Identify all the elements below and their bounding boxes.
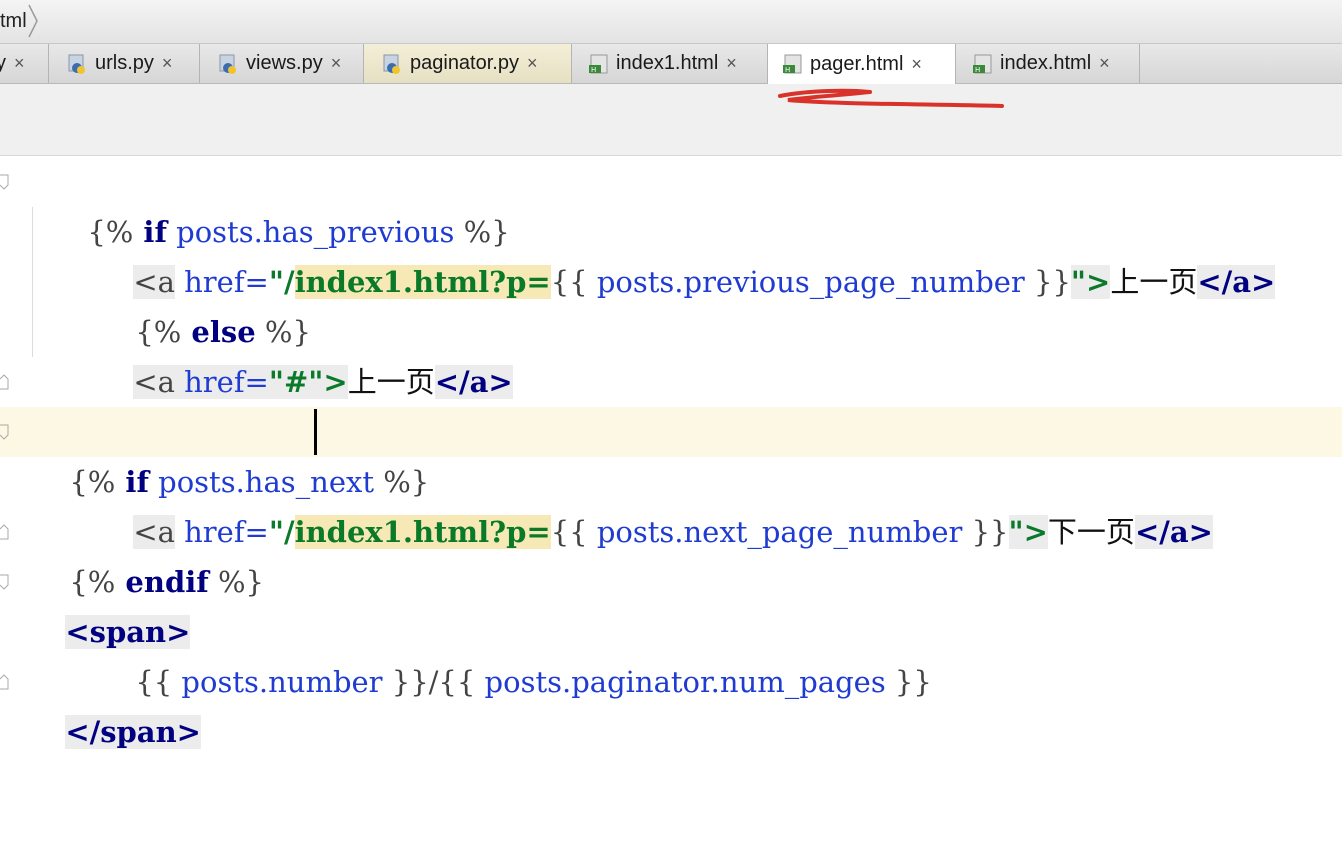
breadcrumb-bar: tml xyxy=(0,0,1342,44)
svg-text:H: H xyxy=(785,66,790,74)
tab-label: index1.html xyxy=(616,52,719,74)
code-line[interactable]: {{ posts.number }}/{{ posts.paginator.nu… xyxy=(0,607,1342,699)
code-line[interactable]: <a href="/index1.html?p={{ posts.previou… xyxy=(0,207,1342,299)
fold-icon[interactable] xyxy=(0,424,12,440)
editor-tab-bar: y × urls.py × views.py × paginator.py × … xyxy=(0,44,1342,84)
code-line[interactable]: {% endif %} xyxy=(0,507,1342,599)
tab-label: index.html xyxy=(1000,52,1092,74)
close-icon[interactable]: × xyxy=(1099,53,1110,74)
html-file-icon: H xyxy=(973,54,992,74)
tab-label: y xyxy=(0,52,6,74)
code-line[interactable]: <a href="/index1.html?p={{ posts.next_pa… xyxy=(0,457,1342,549)
close-icon[interactable]: × xyxy=(14,53,25,74)
fold-icon[interactable] xyxy=(0,524,12,540)
text-cursor xyxy=(314,409,317,455)
tab-label: urls.py xyxy=(95,52,154,74)
html-file-icon: H xyxy=(589,54,608,74)
code-line[interactable]: </span> xyxy=(0,657,1342,749)
breadcrumb-separator-icon xyxy=(28,4,38,38)
editor-toolbar-strip xyxy=(0,84,1342,156)
svg-text:H: H xyxy=(975,66,980,74)
code-line[interactable]: <a href="#">上一页</a> xyxy=(0,307,1342,399)
fold-icon[interactable] xyxy=(0,374,12,390)
red-underline-annotation xyxy=(778,88,1004,108)
tab-label: pager.html xyxy=(810,52,904,75)
tab-index1-html[interactable]: H index1.html × xyxy=(572,44,768,83)
fold-icon[interactable] xyxy=(0,174,12,190)
svg-text:H: H xyxy=(591,66,596,74)
close-icon[interactable]: × xyxy=(527,53,538,74)
close-icon[interactable]: × xyxy=(331,53,342,74)
token: </span> xyxy=(65,715,201,749)
tab-urls-py[interactable]: urls.py × xyxy=(49,44,200,83)
tab-label: views.py xyxy=(246,52,323,74)
tab-py-file[interactable]: y × xyxy=(0,44,49,83)
close-icon[interactable]: × xyxy=(726,53,737,74)
close-icon[interactable]: × xyxy=(911,54,922,75)
tab-paginator-py[interactable]: paginator.py × xyxy=(364,44,572,83)
html-file-icon: H xyxy=(783,54,802,74)
code-line[interactable]: <span> xyxy=(0,557,1342,649)
close-icon[interactable]: × xyxy=(162,53,173,74)
python-file-icon xyxy=(383,54,400,74)
tab-index-html[interactable]: H index.html × xyxy=(956,44,1140,83)
tab-pager-html[interactable]: H pager.html × xyxy=(768,44,956,84)
code-editor[interactable]: {% if posts.has_previous %} <a href="/in… xyxy=(0,157,1342,774)
code-line[interactable]: {% if posts.has_previous %} xyxy=(0,157,1342,249)
code-line[interactable]: {% endif %} xyxy=(0,357,1342,449)
python-file-icon xyxy=(219,54,236,74)
code-line-current[interactable]: {% if posts.has_next %} xyxy=(0,407,1342,499)
code-line[interactable]: {% else %} xyxy=(0,257,1342,349)
tab-views-py[interactable]: views.py × xyxy=(200,44,364,83)
python-file-icon xyxy=(68,54,85,74)
tab-label: paginator.py xyxy=(410,52,519,74)
